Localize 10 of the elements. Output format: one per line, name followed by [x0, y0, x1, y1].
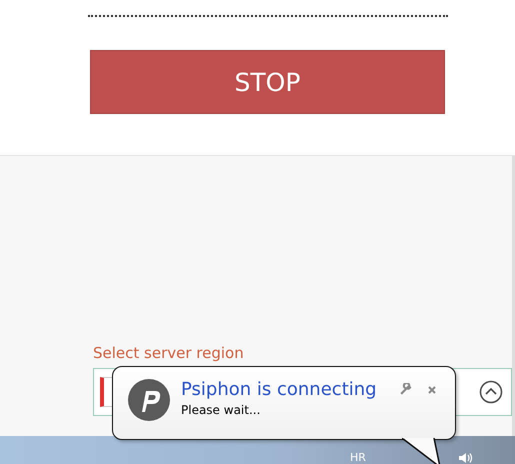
wrench-icon[interactable] [399, 383, 412, 396]
close-icon[interactable] [427, 385, 437, 395]
stop-button[interactable]: STOP [90, 50, 445, 114]
notification-title: Psiphon is connecting [181, 378, 377, 402]
chevron-up-icon[interactable] [479, 380, 503, 404]
language-indicator[interactable]: HR [350, 452, 366, 464]
notification-message: Please wait... [181, 403, 262, 417]
speaker-icon[interactable] [458, 452, 474, 464]
field-label: Select server region [93, 344, 245, 362]
logo-icon [127, 378, 171, 422]
